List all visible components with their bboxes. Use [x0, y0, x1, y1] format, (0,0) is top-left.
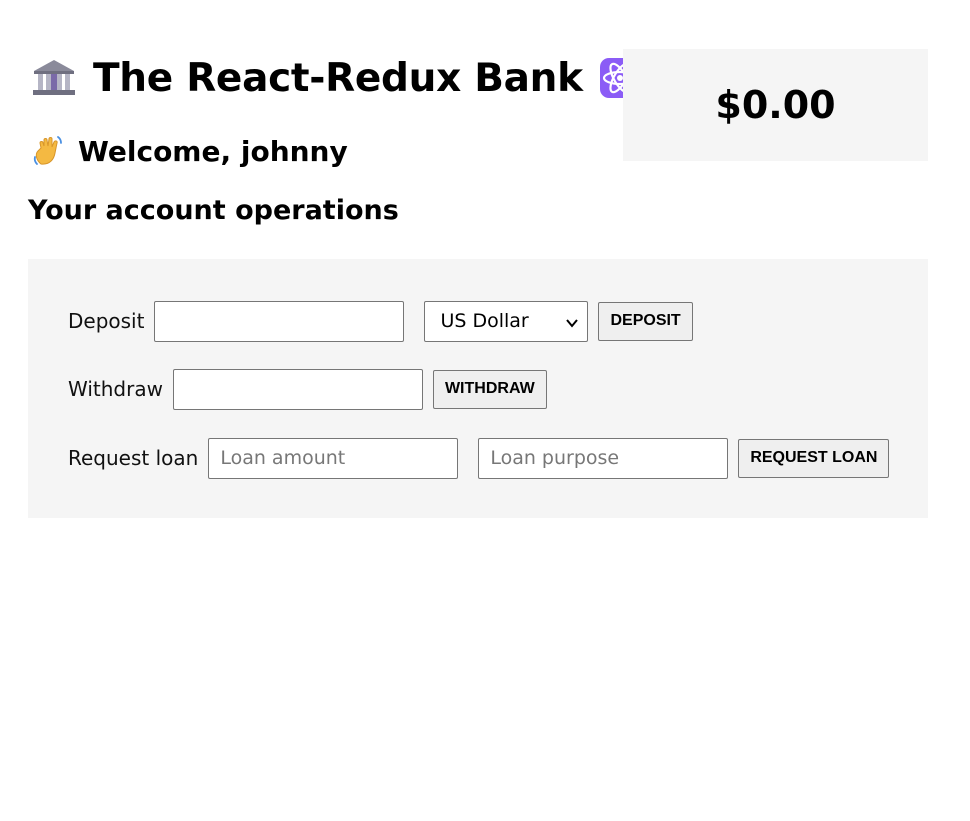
balance-value: $0.00	[715, 83, 836, 127]
operations-heading: Your account operations	[28, 195, 399, 226]
loan-row: Request loan REQUEST LOAN	[68, 436, 890, 480]
app-title: The React-Redux Bank	[32, 52, 641, 104]
withdraw-row: Withdraw WITHDRAW	[68, 367, 547, 411]
loan-purpose-input[interactable]	[478, 437, 729, 479]
withdraw-button[interactable]: WITHDRAW	[432, 369, 547, 409]
welcome-text: Welcome, johnny	[78, 134, 348, 168]
deposit-amount-input[interactable]	[154, 300, 405, 342]
page-title: The React-Redux Bank	[93, 55, 583, 101]
balance-panel: $0.00	[623, 49, 928, 161]
waving-hand-icon	[32, 135, 64, 167]
operations-panel: Deposit US Dollar DEPOSIT Withdraw WITHD…	[28, 259, 928, 518]
request-loan-button[interactable]: REQUEST LOAN	[738, 438, 890, 478]
chevron-down-icon	[565, 315, 579, 329]
deposit-row: Deposit US Dollar DEPOSIT	[68, 299, 693, 343]
bank-icon	[32, 58, 76, 98]
welcome-message: Welcome, johnny	[32, 130, 348, 172]
app-page: The React-Redux Bank Welcome, johnny $0.…	[0, 0, 970, 821]
withdraw-label: Withdraw	[68, 377, 163, 401]
loan-amount-input[interactable]	[208, 437, 459, 479]
deposit-button[interactable]: DEPOSIT	[598, 301, 693, 341]
currency-select[interactable]: US Dollar	[424, 300, 589, 342]
withdraw-amount-input[interactable]	[172, 368, 423, 410]
deposit-label: Deposit	[68, 309, 145, 333]
loan-label: Request loan	[68, 446, 199, 470]
currency-selected-value: US Dollar	[440, 310, 529, 332]
